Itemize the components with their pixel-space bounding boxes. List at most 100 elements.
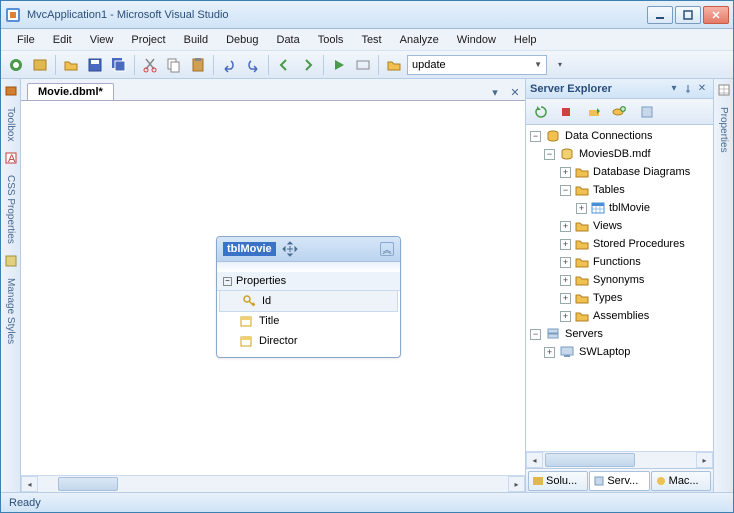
- minimize-button[interactable]: [647, 6, 673, 24]
- menu-test[interactable]: Test: [353, 32, 389, 48]
- tree-functions[interactable]: +Functions: [526, 253, 713, 271]
- tree-tables[interactable]: −Tables: [526, 181, 713, 199]
- expand-icon[interactable]: +: [560, 293, 571, 304]
- entity-header[interactable]: tblMovie ︽: [217, 237, 400, 262]
- expand-icon[interactable]: +: [560, 311, 571, 322]
- connect-button[interactable]: [583, 101, 605, 123]
- tab-close-button[interactable]: ✕: [507, 84, 523, 100]
- document-tab[interactable]: Movie.dbml*: [27, 83, 114, 100]
- title-bar: MvcApplication1 - Microsoft Visual Studi…: [1, 1, 733, 29]
- expand-icon[interactable]: +: [560, 221, 571, 232]
- solution-explorer-tab[interactable]: Solu...: [528, 471, 588, 491]
- menu-window[interactable]: Window: [449, 32, 504, 48]
- tree-synonyms[interactable]: +Synonyms: [526, 271, 713, 289]
- config-more-button[interactable]: ▾: [549, 54, 571, 76]
- new-project-button[interactable]: [5, 54, 27, 76]
- nav-back-button[interactable]: [273, 54, 295, 76]
- tab-dropdown-button[interactable]: ▾: [487, 84, 503, 100]
- field-label: Title: [259, 315, 279, 327]
- menu-bar: File Edit View Project Build Debug Data …: [1, 29, 733, 51]
- menu-file[interactable]: File: [9, 32, 43, 48]
- tree-servers[interactable]: −Servers: [526, 325, 713, 343]
- close-button[interactable]: [703, 6, 729, 24]
- new-website-button[interactable]: [29, 54, 51, 76]
- menu-analyze[interactable]: Analyze: [392, 32, 447, 48]
- collapse-section-icon[interactable]: −: [223, 277, 232, 286]
- server-explorer-tab[interactable]: Serv...: [589, 471, 649, 491]
- undo-button[interactable]: [218, 54, 240, 76]
- tree-data-connections[interactable]: −Data Connections: [526, 127, 713, 145]
- browse-config-button[interactable]: [383, 54, 405, 76]
- css-properties-tab[interactable]: CSS Properties: [5, 171, 16, 248]
- entity-field-title[interactable]: Title: [217, 311, 400, 331]
- tree-moviesdb[interactable]: −MoviesDB.mdf: [526, 145, 713, 163]
- toolbox-icon[interactable]: [4, 83, 18, 97]
- menu-tools[interactable]: Tools: [310, 32, 352, 48]
- maximize-button[interactable]: [675, 6, 701, 24]
- entity-field-director[interactable]: Director: [217, 331, 400, 351]
- save-all-button[interactable]: [108, 54, 130, 76]
- debug-target-button[interactable]: [352, 54, 374, 76]
- expand-icon[interactable]: +: [560, 257, 571, 268]
- panel-pin-button[interactable]: [681, 82, 695, 96]
- redo-button[interactable]: [242, 54, 264, 76]
- expand-icon[interactable]: +: [560, 275, 571, 286]
- server-button[interactable]: [636, 101, 658, 123]
- config-combo[interactable]: update▼: [407, 55, 547, 75]
- properties-icon[interactable]: [717, 83, 731, 97]
- expand-icon[interactable]: +: [576, 203, 587, 214]
- properties-tab[interactable]: Properties: [718, 103, 729, 157]
- horizontal-scrollbar[interactable]: ◂▸: [21, 475, 525, 492]
- macro-explorer-tab[interactable]: Mac...: [651, 471, 711, 491]
- collapse-icon[interactable]: −: [530, 329, 541, 340]
- collapse-button[interactable]: ︽: [380, 242, 394, 256]
- start-debug-button[interactable]: [328, 54, 350, 76]
- designer-canvas[interactable]: tblMovie ︽ − Properties Id Title: [21, 101, 525, 475]
- collapse-icon[interactable]: −: [530, 131, 541, 142]
- paste-button[interactable]: [187, 54, 209, 76]
- server-explorer-tree: −Data Connections −MoviesDB.mdf +Databas…: [526, 125, 713, 451]
- expand-icon[interactable]: +: [560, 239, 571, 250]
- tree-db-diagrams[interactable]: +Database Diagrams: [526, 163, 713, 181]
- panel-close-button[interactable]: ✕: [695, 82, 709, 96]
- cut-button[interactable]: [139, 54, 161, 76]
- tree-views[interactable]: +Views: [526, 217, 713, 235]
- entity-field-id[interactable]: Id: [219, 290, 398, 312]
- macro-icon: [655, 475, 667, 487]
- tree-swlaptop[interactable]: +SWLaptop: [526, 343, 713, 361]
- entity-name[interactable]: tblMovie: [223, 242, 276, 256]
- panel-dropdown-button[interactable]: ▾: [667, 82, 681, 96]
- nav-fwd-button[interactable]: [297, 54, 319, 76]
- collapse-icon[interactable]: −: [560, 185, 571, 196]
- toolbox-tab[interactable]: Toolbox: [5, 103, 16, 145]
- menu-build[interactable]: Build: [176, 32, 216, 48]
- collapse-icon[interactable]: −: [544, 149, 555, 160]
- add-connection-button[interactable]: [608, 101, 630, 123]
- tree-scrollbar[interactable]: ◂▸: [526, 451, 713, 468]
- menu-debug[interactable]: Debug: [218, 32, 266, 48]
- open-button[interactable]: [60, 54, 82, 76]
- menu-help[interactable]: Help: [506, 32, 545, 48]
- stop-button[interactable]: [555, 101, 577, 123]
- entity-tblmovie[interactable]: tblMovie ︽ − Properties Id Title: [216, 236, 401, 358]
- menu-edit[interactable]: Edit: [45, 32, 80, 48]
- tree-sprocs[interactable]: +Stored Procedures: [526, 235, 713, 253]
- tree-assemblies[interactable]: +Assemblies: [526, 307, 713, 325]
- folder-icon: [575, 309, 589, 323]
- manage-styles-tab[interactable]: Manage Styles: [5, 274, 16, 348]
- menu-data[interactable]: Data: [269, 32, 308, 48]
- tree-types[interactable]: +Types: [526, 289, 713, 307]
- css-icon[interactable]: A: [4, 151, 18, 165]
- move-handle-icon[interactable]: [282, 241, 298, 257]
- vs-icon: [5, 7, 21, 23]
- entity-section-header[interactable]: − Properties: [217, 272, 400, 291]
- copy-button[interactable]: [163, 54, 185, 76]
- tree-tblmovie[interactable]: +tblMovie: [526, 199, 713, 217]
- expand-icon[interactable]: +: [560, 167, 571, 178]
- save-button[interactable]: [84, 54, 106, 76]
- expand-icon[interactable]: +: [544, 347, 555, 358]
- styles-icon[interactable]: [4, 254, 18, 268]
- menu-project[interactable]: Project: [123, 32, 173, 48]
- refresh-button[interactable]: [530, 101, 552, 123]
- menu-view[interactable]: View: [82, 32, 122, 48]
